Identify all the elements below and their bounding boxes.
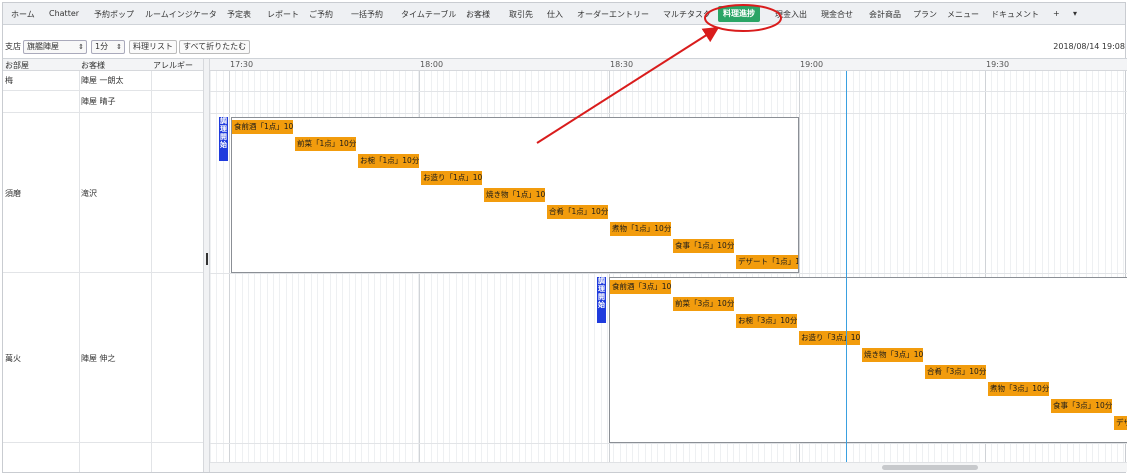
minute-gridline [210, 71, 211, 472]
dish-bar[interactable]: お椀「1点」10分 [358, 154, 419, 168]
dish-bar[interactable]: 前菜「1点」10分 [295, 137, 356, 151]
drag-handle-icon[interactable] [206, 253, 208, 265]
nav-tab-cash-in-out[interactable]: 現金入出 [775, 9, 807, 20]
nav-tab-timetable[interactable]: タイムテーブル [401, 9, 456, 20]
nav-tab-room-indicator[interactable]: ルームインジケータ [145, 9, 217, 20]
nav-tab-bulk-booking[interactable]: 一括予約 [351, 9, 383, 20]
horizontal-scrollbar[interactable] [210, 462, 1127, 472]
cooking-start-tag[interactable]: 調理開始 [219, 117, 228, 161]
nav-tab-documents[interactable]: ドキュメント [991, 9, 1039, 20]
dish-bar[interactable]: 合肴「1点」10分 [547, 205, 608, 219]
guest-cell: 陣屋 晴子 [81, 97, 116, 106]
dish-bar[interactable]: 焼き物「3点」10分 [862, 348, 923, 362]
dish-bar[interactable]: 食事「1点」10分 [673, 239, 734, 253]
nav-tab-customers[interactable]: お客様 [466, 9, 490, 20]
time-label: 19:30 [986, 60, 1010, 69]
dish-bar[interactable]: 食前酒「1点」10分 [232, 120, 293, 134]
room-cell: 萬火 [5, 354, 21, 363]
row-divider [210, 443, 1127, 444]
branch-select-value: 旗艦陣屋 [27, 42, 59, 51]
hour-gridline [229, 71, 230, 472]
nav-tab-multitask[interactable]: マルチタスク [663, 9, 711, 20]
nav-tab-purchasing[interactable]: 仕入 [547, 9, 563, 20]
nav-tab-order-entry[interactable]: オーダーエントリー [577, 9, 649, 20]
table-row[interactable]: 萬火 陣屋 伸之 [3, 273, 203, 443]
nav-tab-cash-reconcile[interactable]: 現金合せ [821, 9, 853, 20]
row-divider [210, 273, 1127, 274]
cooking-start-tag[interactable]: 調理開始 [597, 277, 606, 323]
table-row[interactable]: 陣屋 晴子 [3, 91, 203, 113]
time-label: 17:30 [230, 60, 254, 69]
minute-gridline [216, 71, 217, 472]
column-header-allergy[interactable]: アレルギー [153, 60, 193, 71]
row-divider [210, 91, 1127, 92]
interval-select[interactable]: 1分 ⇕ [91, 40, 125, 54]
chevron-down-icon: ⇕ [78, 43, 84, 51]
cooking-progress-grid: お部屋 お客様 アレルギー 17:30 18:00 18:30 19:00 19… [3, 58, 1127, 472]
column-header-room[interactable]: お部屋 [5, 60, 29, 71]
dish-bar[interactable]: お造り「3点」10分 [799, 331, 860, 345]
guest-cell: 陣屋 一朗太 [81, 76, 124, 85]
nav-tab-cooking-progress[interactable]: 料理進捗 [718, 6, 760, 22]
dish-bar[interactable]: 煮物「1点」10分 [610, 222, 671, 236]
top-nav-bar: ホーム Chatter 予約ポップ ルームインジケータ 予定表 レポート ご予約… [3, 3, 1125, 25]
dish-bar[interactable]: 食前酒「3点」10分 [610, 280, 671, 294]
dish-list-button[interactable]: 料理リスト [129, 40, 177, 54]
toolbar: 支店 旗艦陣屋 ⇕ 1分 ⇕ 料理リスト すべて折りたたむ 2018/08/14… [3, 40, 1125, 56]
nav-tab-accounts[interactable]: 取引先 [509, 9, 533, 20]
table-row[interactable]: 須磨 滝沢 [3, 113, 203, 273]
nav-tab-reservation-pop[interactable]: 予約ポップ [94, 9, 134, 20]
scrollbar-thumb[interactable] [882, 465, 978, 470]
dish-bar[interactable]: お造り「1点」10分 [421, 171, 482, 185]
time-label: 19:00 [800, 60, 824, 69]
dish-bar[interactable]: 合肴「3点」10分 [925, 365, 986, 379]
add-tab-icon[interactable]: + [1053, 9, 1060, 18]
dish-bar[interactable]: デザート「1点」10分 [736, 255, 798, 269]
table-row[interactable]: 梅 陣屋 一朗太 [3, 71, 203, 91]
room-cell: 梅 [5, 76, 13, 85]
nav-tab-bookings[interactable]: ご予約 [309, 9, 333, 20]
time-label: 18:30 [610, 60, 634, 69]
panel-splitter[interactable] [203, 59, 210, 472]
chevron-down-icon: ⇕ [116, 43, 122, 51]
time-label: 18:00 [420, 60, 444, 69]
guest-cell: 陣屋 伸之 [81, 354, 116, 363]
guest-cell: 滝沢 [81, 189, 97, 198]
dish-bar[interactable]: お椀「3点」10分 [736, 314, 797, 328]
interval-select-value: 1分 [95, 42, 109, 51]
nav-tab-home[interactable]: ホーム [11, 9, 35, 20]
nav-tab-menu[interactable]: メニュー [947, 9, 979, 20]
branch-label: 支店 [5, 42, 21, 51]
row-divider [210, 113, 1127, 114]
nav-tab-reports[interactable]: レポート [267, 9, 299, 20]
dish-bar[interactable]: 焼き物「1点」10分 [484, 188, 545, 202]
grid-column-header: お部屋 お客様 アレルギー [3, 59, 203, 71]
column-header-guest[interactable]: お客様 [81, 60, 105, 71]
nav-tab-schedule[interactable]: 予定表 [227, 9, 251, 20]
current-time-line [846, 71, 847, 472]
branch-select[interactable]: 旗艦陣屋 ⇕ [23, 40, 87, 54]
current-datetime: 2018/08/14 19:08 [1053, 42, 1125, 51]
dish-bar[interactable]: 食事「3点」10分 [1051, 399, 1112, 413]
dish-bar[interactable]: 前菜「3点」10分 [673, 297, 734, 311]
collapse-all-button[interactable]: すべて折りたたむ [179, 40, 251, 54]
room-cell: 須磨 [5, 189, 21, 198]
nav-tab-plans[interactable]: プラン [913, 9, 937, 20]
more-tabs-icon[interactable]: ▾ [1073, 9, 1077, 18]
app-window: ホーム Chatter 予約ポップ ルームインジケータ 予定表 レポート ご予約… [2, 2, 1127, 473]
dish-bar[interactable]: デザ [1114, 416, 1127, 430]
reservation-rows: 梅 陣屋 一朗太 陣屋 晴子 須磨 滝沢 萬火 陣屋 伸之 [3, 71, 203, 472]
dish-bar[interactable]: 煮物「3点」10分 [988, 382, 1049, 396]
time-axis-header: 17:30 18:00 18:30 19:00 19:30 [210, 59, 1127, 71]
timeline-area: 調理開始 食前酒「1点」10分 前菜「1点」10分 お椀「1点」10分 お造り「… [210, 71, 1127, 472]
nav-tab-billing-items[interactable]: 会計商品 [869, 9, 901, 20]
nav-tab-chatter[interactable]: Chatter [49, 9, 79, 18]
